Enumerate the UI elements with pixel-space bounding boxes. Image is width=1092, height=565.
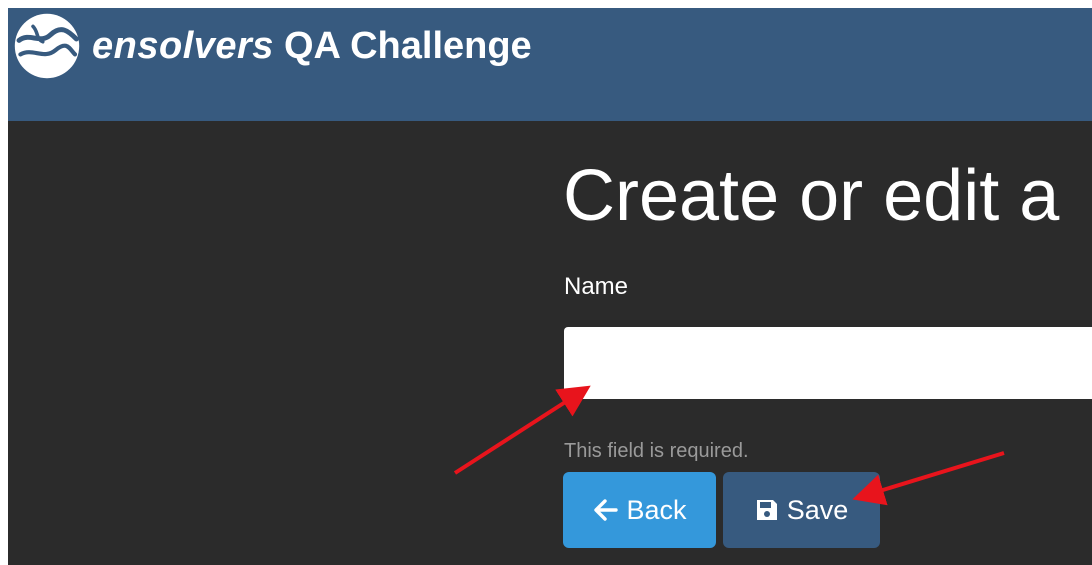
app-window: ensolvers QA Challenge Create or edit a …: [0, 0, 1092, 565]
save-button[interactable]: Save: [723, 472, 880, 548]
brand-wordmark: ensolvers: [92, 24, 274, 67]
arrow-left-icon: [594, 499, 619, 521]
brand-link[interactable]: ensolvers QA Challenge: [8, 8, 532, 83]
name-input[interactable]: [564, 327, 1092, 399]
back-button[interactable]: Back: [563, 472, 716, 548]
main-content: Create or edit a Name This field is requ…: [8, 121, 1092, 565]
name-field-label: Name: [564, 273, 629, 300]
floppy-disk-icon: [756, 500, 777, 520]
save-button-label: Save: [786, 494, 849, 525]
ensolvers-logo-icon: [14, 13, 80, 78]
validation-message: This field is required.: [564, 440, 749, 462]
top-navbar: ensolvers QA Challenge: [8, 8, 1092, 121]
page-title: Create or edit a: [563, 156, 1060, 236]
left-edge-strip: [0, 0, 8, 565]
back-button-label: Back: [626, 494, 687, 525]
app-title: QA Challenge: [283, 24, 532, 67]
